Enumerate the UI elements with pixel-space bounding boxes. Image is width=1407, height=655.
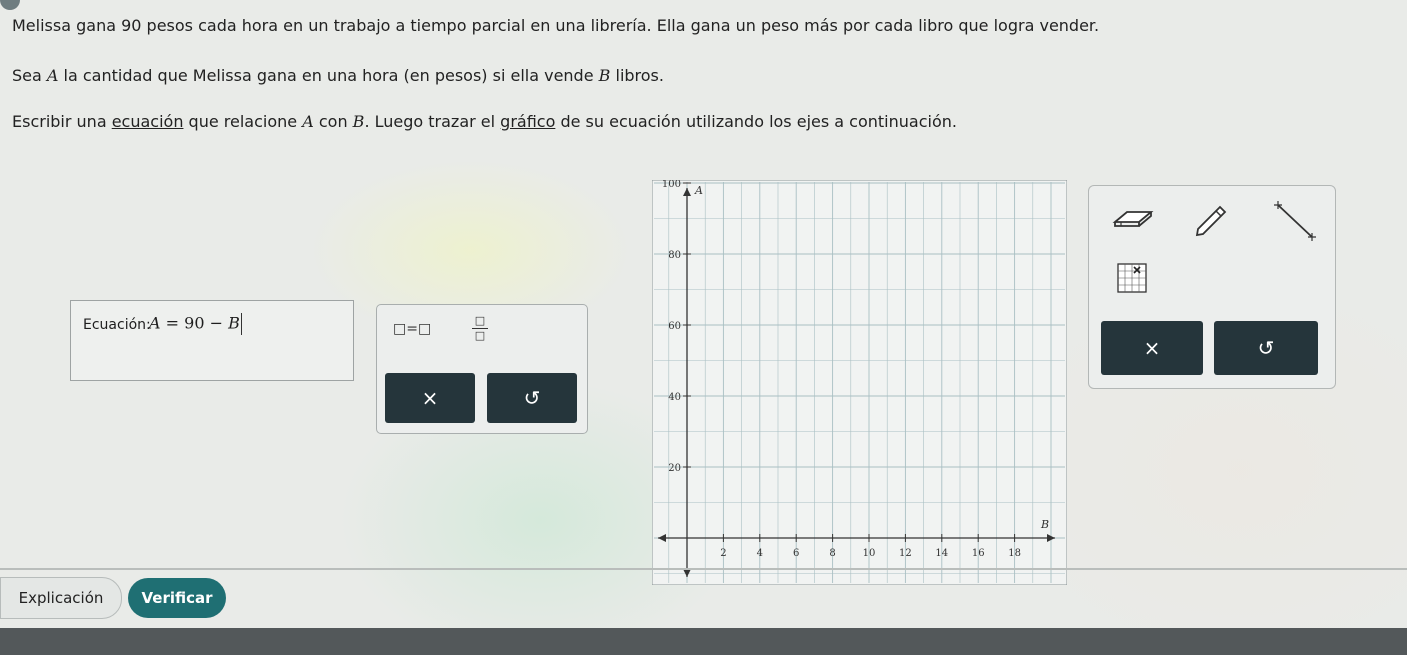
y-tick-label: 100 [662, 180, 681, 190]
x-tick-label: 18 [1008, 548, 1021, 559]
x-tick-label: 4 [757, 548, 763, 559]
question-line-2: Sea A la cantidad que Melissa gana en un… [12, 66, 664, 85]
y-tick-label: 60 [668, 321, 681, 332]
undo-icon: ↺ [1257, 336, 1275, 360]
graph-undo-button[interactable]: ↺ [1214, 321, 1318, 375]
explanation-button[interactable]: Explicación [0, 577, 122, 619]
var-a: A [46, 66, 59, 85]
pencil-icon [1195, 205, 1227, 237]
fraction-template-button[interactable]: □ □ [472, 315, 488, 342]
equation-expression[interactable]: A = 90 − B [149, 313, 242, 335]
verify-button[interactable]: Verificar [128, 578, 226, 618]
close-icon: × [421, 386, 439, 410]
coordinate-plane[interactable]: 2468101214161820406080100120140160180BA [651, 37, 1068, 586]
question-line-1: Melissa gana 90 pesos cada hora en un tr… [12, 16, 1100, 35]
y-axis-label: A [694, 184, 703, 197]
equation-clear-button[interactable]: × [385, 373, 475, 423]
undo-icon: ↺ [523, 386, 541, 410]
equation-toolbar: □=□ □ □ × ↺ [376, 304, 588, 434]
question-line-3: Escribir una ecuación que relacione A co… [12, 112, 957, 131]
pencil-tool-button[interactable] [1179, 196, 1241, 242]
x-tick-label: 8 [829, 548, 835, 559]
x-tick-label: 6 [793, 548, 799, 559]
x-tick-label: 14 [935, 548, 948, 559]
eraser-tool-button[interactable] [1103, 196, 1163, 242]
link-ecuacion[interactable]: ecuación [112, 112, 184, 131]
equation-label: Ecuación: [83, 317, 151, 333]
equation-input-box[interactable]: Ecuación: A = 90 − B [70, 300, 354, 381]
graph-area[interactable]: 2468101214161820406080100120140160180BA [651, 37, 1068, 586]
divider [0, 568, 1407, 570]
grid-snap-icon [1117, 263, 1147, 293]
equals-template-button[interactable]: □=□ [393, 321, 431, 337]
close-icon: × [1143, 336, 1161, 360]
line-tool-button[interactable] [1259, 196, 1327, 246]
y-tick-label: 20 [668, 463, 681, 474]
x-tick-label: 10 [863, 548, 876, 559]
equation-undo-button[interactable]: ↺ [487, 373, 577, 423]
top-chevron-icon[interactable] [0, 0, 20, 10]
link-grafico[interactable]: gráfico [500, 112, 555, 131]
graph-clear-button[interactable]: × [1101, 321, 1203, 375]
x-tick-label: 16 [972, 548, 985, 559]
x-tick-label: 12 [899, 548, 912, 559]
y-tick-label: 80 [668, 250, 681, 261]
y-tick-label: 40 [668, 392, 681, 403]
graph-toolbar: × ↺ [1088, 185, 1336, 389]
x-tick-label: 2 [720, 548, 726, 559]
grid-snap-tool-button[interactable] [1113, 259, 1151, 297]
line-segment-icon [1274, 201, 1316, 241]
graph-frame [651, 179, 1068, 586]
x-axis-label: B [1040, 518, 1049, 531]
var-b: B [598, 66, 611, 85]
text-cursor [240, 313, 242, 335]
bottom-bar [0, 628, 1407, 655]
eraser-icon [1112, 211, 1154, 227]
